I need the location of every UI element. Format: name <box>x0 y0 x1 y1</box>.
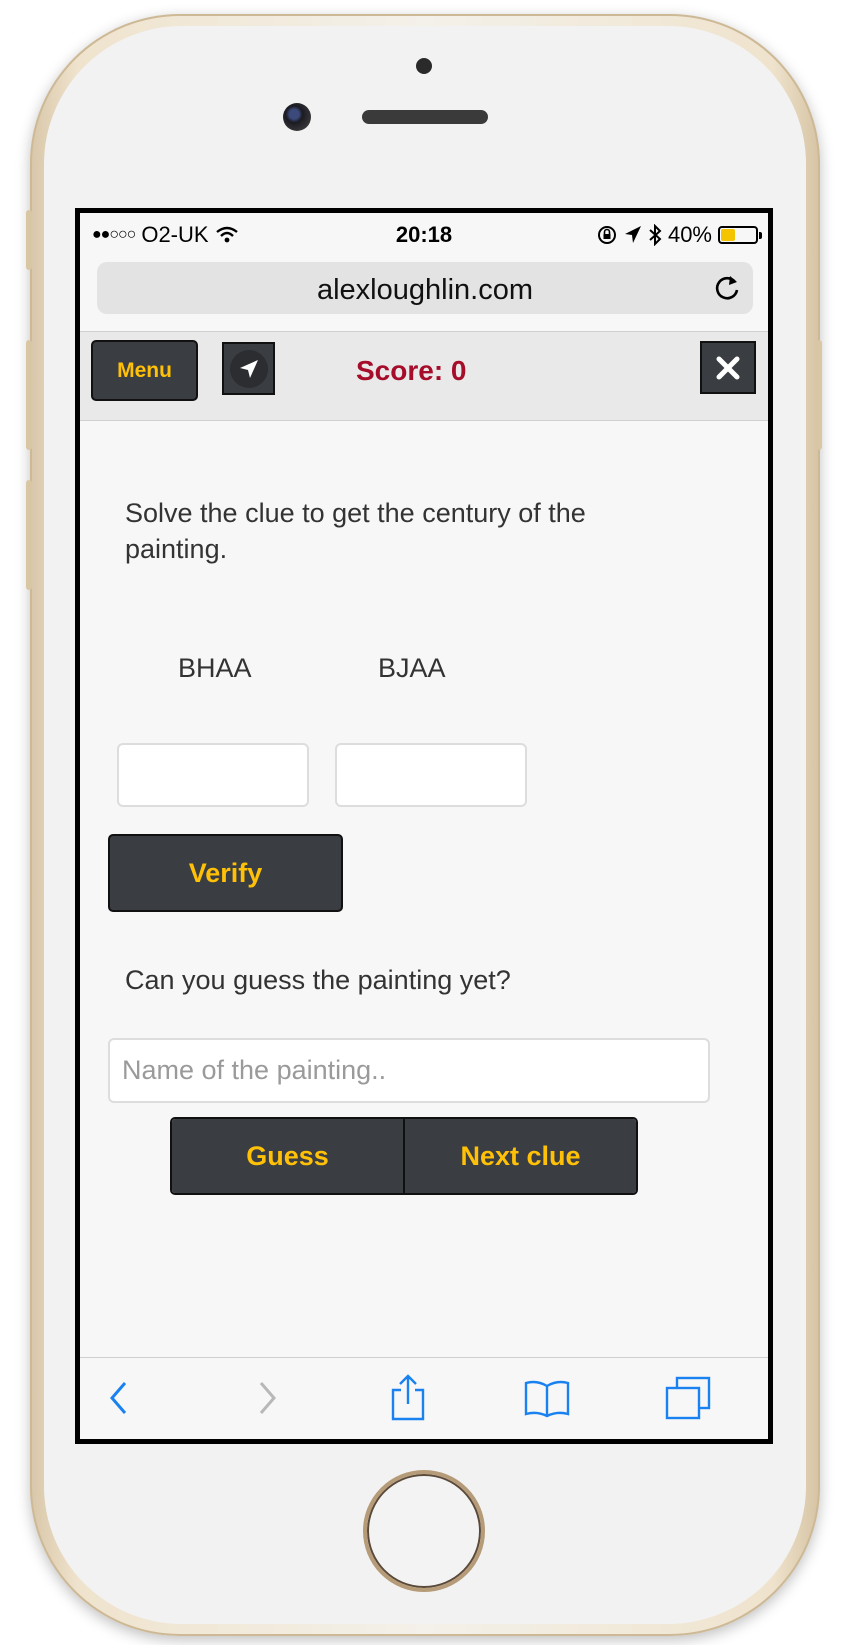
status-bar: ●●○○○ O2-UK 20:18 40% <box>80 213 768 255</box>
share-icon <box>391 1374 425 1421</box>
location-arrow-icon <box>239 359 258 378</box>
tabs-icon <box>665 1376 711 1420</box>
chevron-right-icon <box>259 1382 276 1414</box>
bookmarks-button[interactable] <box>522 1373 572 1423</box>
bluetooth-icon <box>649 224 662 246</box>
book-icon <box>524 1380 570 1418</box>
close-icon <box>716 356 740 379</box>
home-button[interactable] <box>363 1470 485 1592</box>
location-arrow-icon <box>624 226 641 243</box>
menu-button[interactable]: Menu <box>91 340 198 401</box>
close-button[interactable] <box>700 341 756 394</box>
forward-button[interactable] <box>242 1373 292 1423</box>
century-answer-input[interactable] <box>117 743 309 807</box>
score-display: Score: 0 <box>356 355 467 386</box>
volume-up-button <box>26 340 32 450</box>
app-header: Menu Score: 0 <box>80 331 768 421</box>
volume-down-button <box>26 480 32 590</box>
battery-percent: 40% <box>667 222 712 247</box>
url-text: alexloughlin.com <box>316 274 533 306</box>
verify-button[interactable]: Verify <box>108 834 343 912</box>
battery-icon <box>718 226 762 244</box>
reload-icon[interactable] <box>711 272 743 304</box>
share-button[interactable] <box>383 1373 433 1423</box>
browser-toolbar <box>80 1357 768 1439</box>
clue-instruction: Solve the clue to get the century of the… <box>125 498 586 564</box>
rotation-lock-icon <box>597 226 616 244</box>
tabs-button[interactable] <box>663 1373 713 1423</box>
proximity-sensor <box>416 58 432 74</box>
clue-code: BJAA <box>378 653 446 683</box>
location-button[interactable] <box>222 342 275 395</box>
earpiece-speaker <box>362 110 488 124</box>
back-button[interactable] <box>94 1373 144 1423</box>
mute-switch <box>26 210 32 270</box>
power-button <box>816 340 822 450</box>
battery-level <box>721 229 736 241</box>
battery-tip <box>759 232 762 239</box>
chevron-left-icon <box>110 1382 127 1414</box>
guess-prompt: Can you guess the painting yet? <box>125 965 511 995</box>
location-icon-bg <box>229 349 268 388</box>
guess-button-group: Guess Next clue <box>170 1117 638 1195</box>
guess-button[interactable]: Guess <box>172 1119 403 1193</box>
screen: ●●○○○ O2-UK 20:18 40% alexloughlin.com M… <box>75 208 773 1444</box>
front-camera <box>283 103 311 131</box>
address-bar[interactable]: alexloughlin.com <box>97 262 753 314</box>
painting-name-input[interactable] <box>108 1038 710 1103</box>
next-clue-button[interactable]: Next clue <box>403 1119 636 1193</box>
century-answer-input[interactable] <box>335 743 527 807</box>
status-right: 40% <box>596 222 762 248</box>
clue-code: BHAA <box>178 653 252 683</box>
